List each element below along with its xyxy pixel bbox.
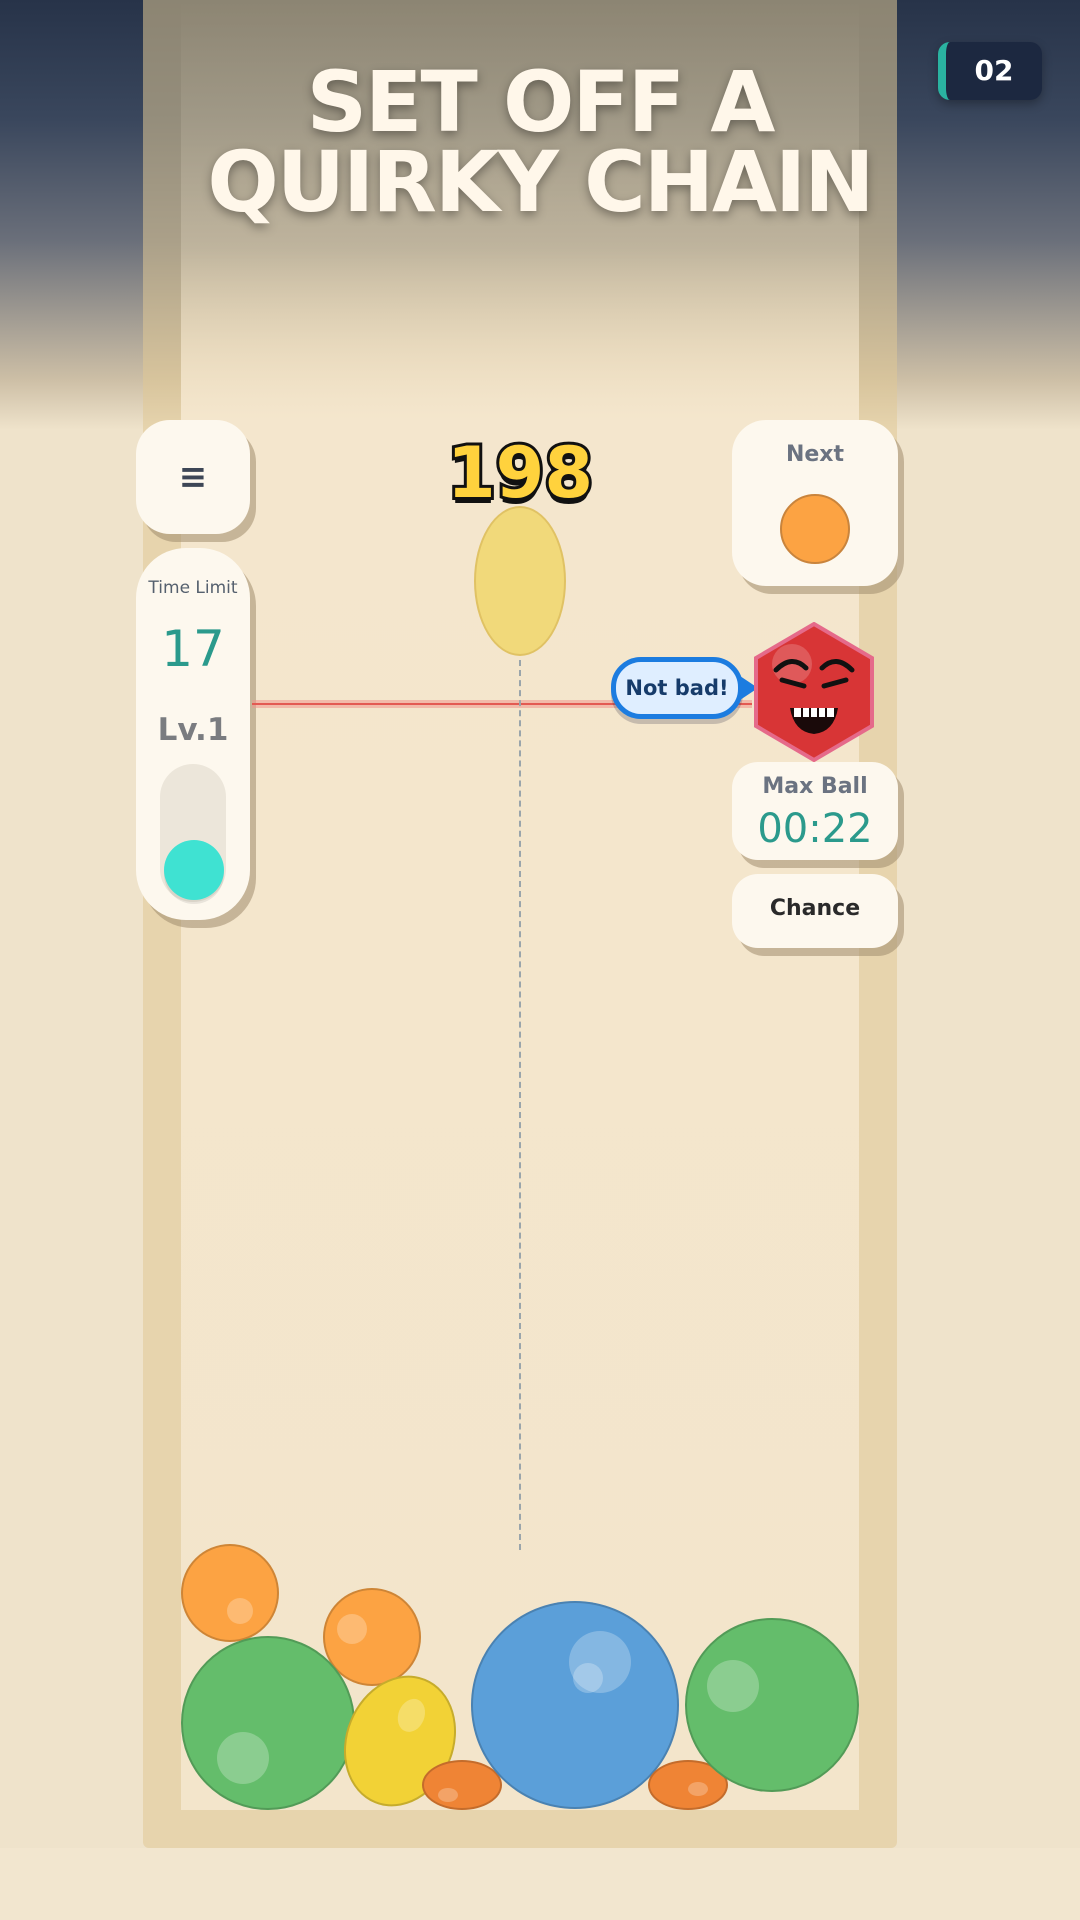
ball-small-orange	[422, 1760, 502, 1810]
time-limit-label: Time Limit	[148, 578, 238, 598]
drop-ball[interactable]	[474, 506, 566, 656]
next-ball-preview	[780, 494, 850, 564]
time-limit-value: 17	[161, 620, 225, 678]
max-ball-label: Max Ball	[762, 774, 868, 799]
chance-button[interactable]: Chance	[732, 874, 898, 948]
ball-green	[685, 1618, 859, 1792]
next-ball-panel: Next	[732, 420, 898, 586]
ball-green	[181, 1636, 355, 1810]
page-number-badge: 02	[938, 42, 1042, 100]
ball-orange	[181, 1544, 279, 1642]
headline: SET OFF A QUIRKY CHAIN	[140, 53, 940, 231]
floor	[0, 1848, 1080, 1920]
score-counter: 198	[444, 429, 596, 517]
drop-guide-line	[519, 660, 521, 1550]
level-label: Lv.1	[157, 712, 229, 748]
max-ball-panel: Max Ball 00:22	[732, 762, 898, 860]
ball-blue	[471, 1601, 679, 1809]
headline-line-1: SET OFF A	[306, 53, 776, 151]
speech-bubble: Not bad!	[611, 657, 743, 719]
menu-button[interactable]: ≡	[136, 420, 250, 534]
max-ball-timer: 00:22	[757, 806, 873, 852]
level-gauge-knob	[164, 840, 224, 900]
next-label: Next	[785, 442, 845, 467]
hamburger-menu-icon: ≡	[178, 457, 208, 497]
angry-red-hexagon-mascot-icon	[754, 622, 874, 762]
time-limit-panel: Time Limit 17 Lv.1	[136, 548, 250, 920]
headline-line-2: QUIRKY CHAIN	[207, 133, 874, 231]
chance-label: Chance	[769, 896, 861, 921]
